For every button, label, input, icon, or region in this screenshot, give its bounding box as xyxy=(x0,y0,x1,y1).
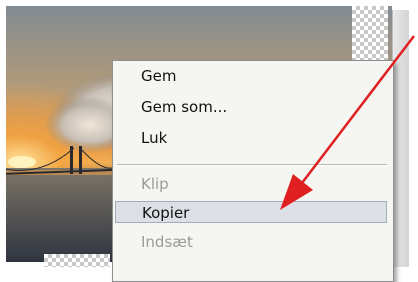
transparency-checker-bottom xyxy=(44,254,110,267)
menu-item-copy[interactable]: Kopier xyxy=(115,201,387,223)
sun xyxy=(8,156,36,168)
menu-item-save[interactable]: Gem xyxy=(115,65,387,87)
menu-item-paste: Indsæt xyxy=(141,233,193,251)
menu-item-next-hidden xyxy=(115,259,387,281)
context-menu: Gem Gem som... Luk Klip Kopier Indsæt xyxy=(112,60,394,282)
menu-separator xyxy=(117,164,387,166)
vertical-scrollbar[interactable] xyxy=(392,10,409,267)
photo-editor-canvas: Gem Gem som... Luk Klip Kopier Indsæt xyxy=(0,0,418,282)
menu-item-save-as[interactable]: Gem som... xyxy=(115,96,387,118)
menu-item-close[interactable]: Luk xyxy=(115,127,387,149)
transparency-checker-top-right xyxy=(352,6,388,64)
menu-item-cut: Klip xyxy=(141,175,169,193)
